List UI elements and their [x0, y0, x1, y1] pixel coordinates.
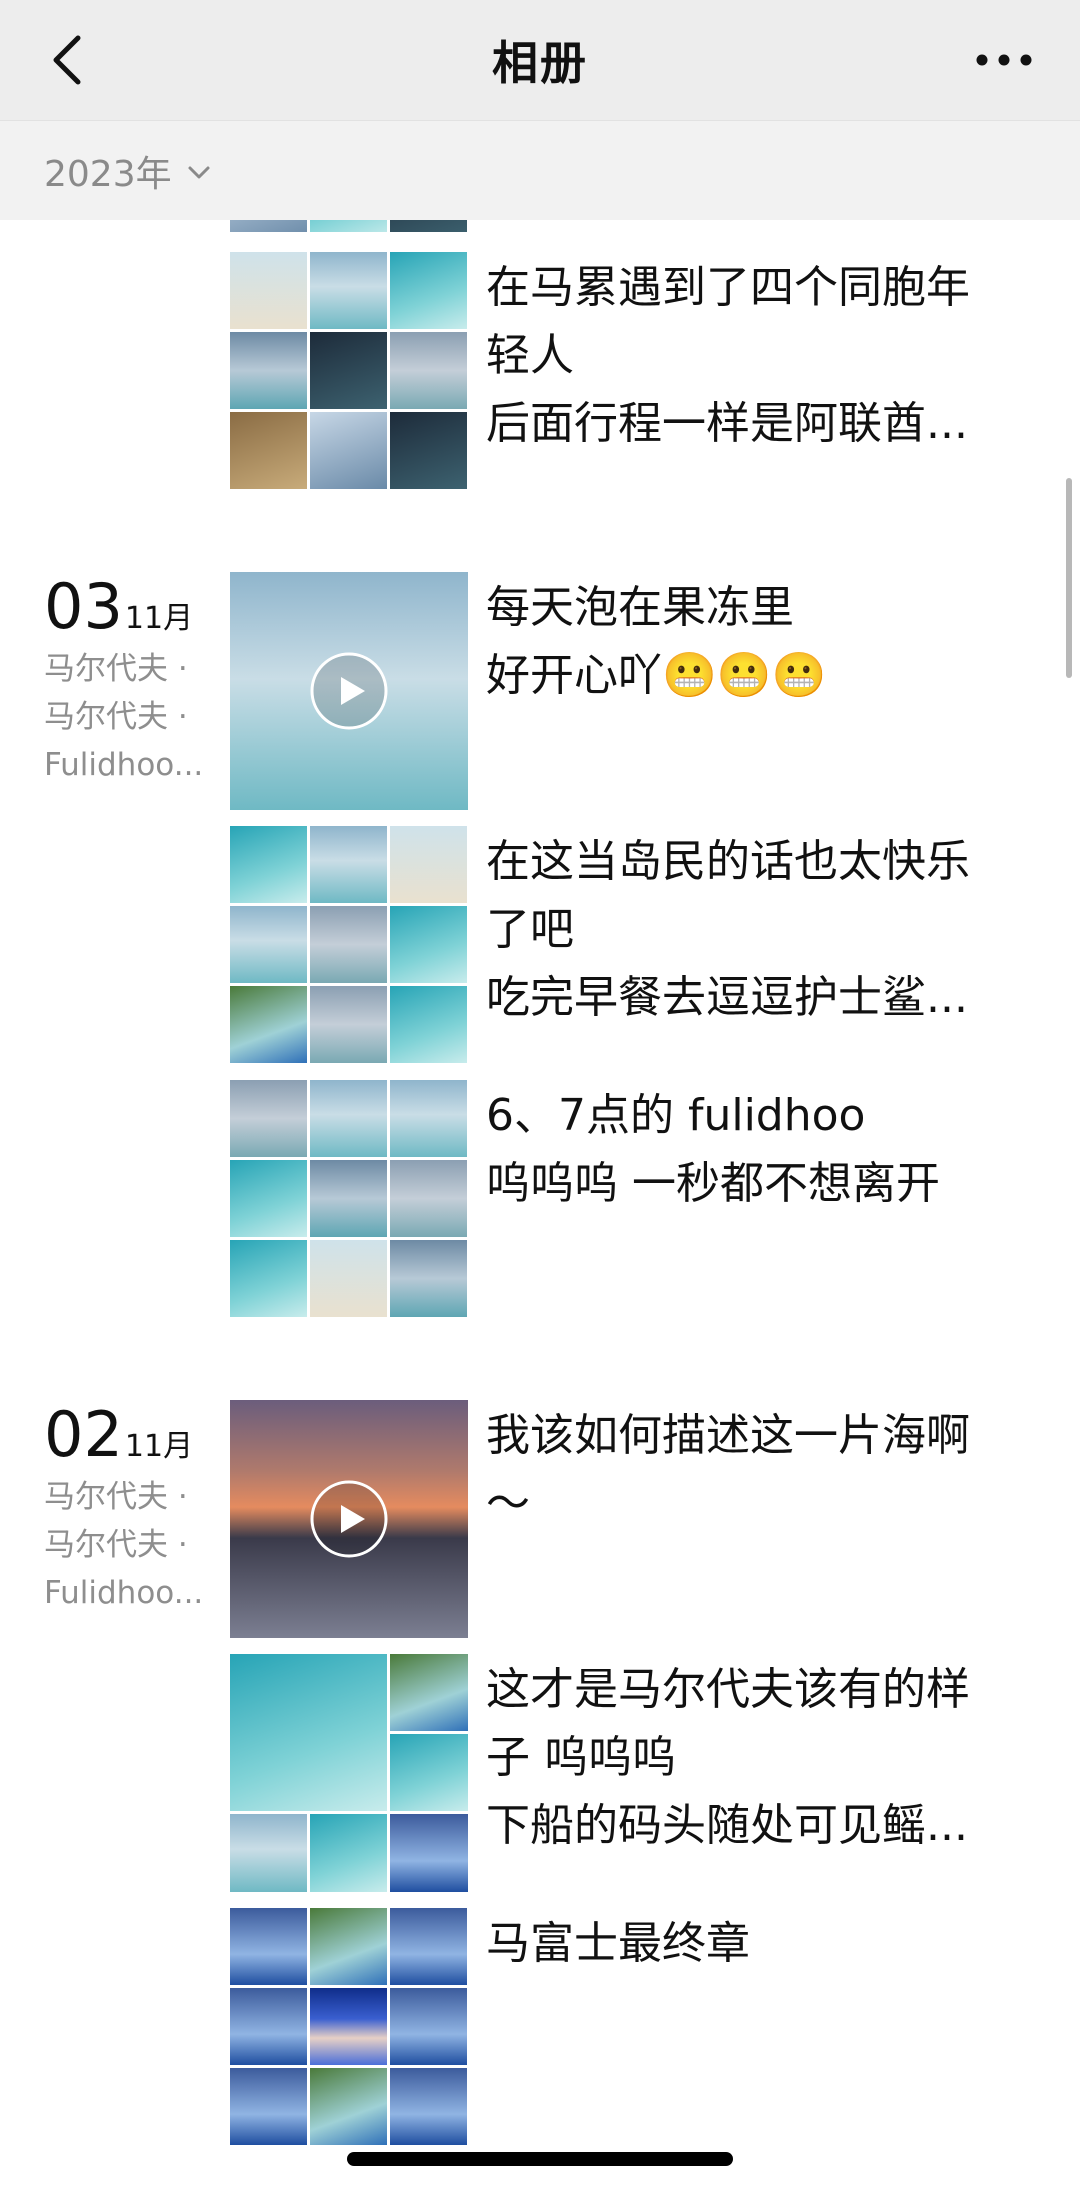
top-nav-bar: 相册	[0, 0, 1080, 120]
post-text-line: 呜呜呜 一秒都不想离开	[486, 1158, 940, 1209]
post-item[interactable]: 在这当岛民的话也太快乐 了吧 吃完早餐去逗逗护士鲨...	[230, 826, 1030, 1066]
location-line: 马尔代夫 ·	[44, 1527, 188, 1563]
post-text-line: 了吧	[486, 904, 574, 955]
chevron-left-icon[interactable]	[40, 30, 100, 90]
post-text-line: ～	[486, 1478, 530, 1529]
date-month: 11月	[124, 1429, 194, 1464]
post-thumbnail[interactable]	[230, 826, 468, 1064]
post-text: 马富士最终章	[486, 1910, 1006, 1978]
date-day: 02	[44, 1398, 123, 1471]
post-text-line: 子 呜呜呜	[486, 1732, 676, 1783]
location-line: 马尔代夫 ·	[44, 651, 188, 687]
shared-album-icon	[980, 768, 1020, 802]
date-day: 03	[44, 570, 123, 643]
play-icon[interactable]	[309, 651, 389, 731]
location-line: 马尔代夫 ·	[44, 699, 188, 735]
date-month: 11月	[124, 601, 194, 636]
page-title: 相册	[492, 36, 588, 90]
post-item[interactable]: 6、7点的 fulidhoo 呜呜呜 一秒都不想离开	[230, 1080, 1030, 1320]
post-text: 6、7点的 fulidhoo 呜呜呜 一秒都不想离开	[486, 1082, 1006, 1218]
post-item[interactable]: 在马累遇到了四个同胞年 轻人 后面行程一样是阿联酋...	[230, 252, 1030, 492]
post-text-line: 后面行程一样是阿联酋...	[486, 398, 968, 449]
shared-album-icon	[980, 2104, 1020, 2138]
more-dots-icon[interactable]	[972, 36, 1036, 84]
shared-album-icon	[980, 1596, 1020, 1630]
play-icon[interactable]	[309, 1479, 389, 1559]
post-text: 这才是马尔代夫该有的样 子 呜呜呜 下船的码头随处可见鳐...	[486, 1656, 1006, 1860]
post-text-line: 轻人	[486, 330, 574, 381]
post-text: 在这当岛民的话也太快乐 了吧 吃完早餐去逗逗护士鲨...	[486, 828, 1006, 1032]
post-item[interactable]: 这才是马尔代夫该有的样 子 呜呜呜 下船的码头随处可见鳐...	[230, 1654, 1030, 1894]
shared-album-icon	[980, 1276, 1020, 1310]
post-thumbnail[interactable]	[230, 1908, 468, 2146]
home-indicator[interactable]	[347, 2152, 733, 2166]
post-text-line: 在马累遇到了四个同胞年	[486, 262, 970, 313]
date-header: 0211月 马尔代夫 · 马尔代夫 · Fulidhoo...	[44, 1398, 203, 1617]
post-item[interactable]: 马富士最终章	[230, 1908, 1030, 2148]
post-text-line: 下船的码头随处可见鳐...	[486, 1800, 968, 1851]
location-line: Fulidhoo...	[44, 747, 204, 783]
post-text-line: 6、7点的 fulidhoo	[486, 1090, 866, 1141]
post-text-line: 我该如何描述这一片海啊	[486, 1410, 970, 1461]
location-line: Fulidhoo...	[44, 1575, 204, 1611]
post-thumbnail[interactable]	[230, 252, 468, 490]
post-text-line: 好开心吖😬😬😬	[486, 650, 827, 701]
album-feed: 在马累遇到了四个同胞年 轻人 后面行程一样是阿联酋... 0311月 马尔代夫 …	[0, 0, 1080, 2192]
post-text-line: 在这当岛民的话也太快乐	[486, 836, 970, 887]
chevron-down-icon[interactable]	[186, 160, 212, 186]
year-label[interactable]: 2023年	[44, 145, 172, 197]
date-header: 0311月 马尔代夫 · 马尔代夫 · Fulidhoo...	[44, 570, 203, 789]
location-line: 马尔代夫 ·	[44, 1479, 188, 1515]
post-text-line: 每天泡在果冻里	[486, 582, 794, 633]
post-text: 我该如何描述这一片海啊 ～	[486, 1402, 1006, 1538]
post-text: 每天泡在果冻里 好开心吖😬😬😬	[486, 574, 1006, 710]
post-item[interactable]: 每天泡在果冻里 好开心吖😬😬😬	[230, 572, 1030, 812]
post-thumbnail[interactable]	[230, 1654, 468, 1892]
post-text: 在马累遇到了四个同胞年 轻人 后面行程一样是阿联酋...	[486, 254, 1006, 458]
post-text-line: 吃完早餐去逗逗护士鲨...	[486, 972, 968, 1023]
year-selector[interactable]: 2023年	[0, 120, 1080, 220]
post-thumbnail[interactable]	[230, 1080, 468, 1318]
scrollbar[interactable]	[1066, 478, 1072, 678]
post-item[interactable]: 我该如何描述这一片海啊 ～	[230, 1400, 1030, 1640]
post-text-line: 马富士最终章	[486, 1918, 750, 1969]
post-text-line: 这才是马尔代夫该有的样	[486, 1664, 970, 1715]
